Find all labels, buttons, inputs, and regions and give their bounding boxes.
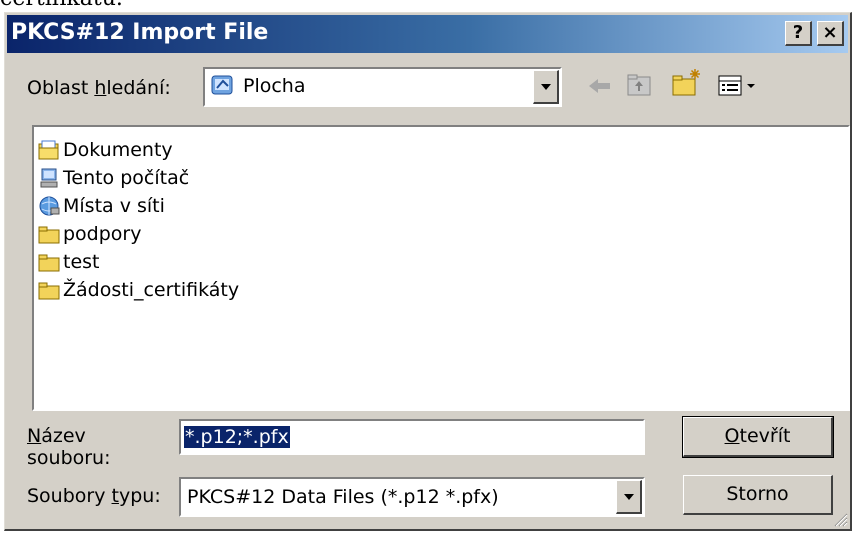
new-folder-icon[interactable]	[671, 67, 703, 99]
list-item-label: Dokumenty	[63, 139, 173, 161]
list-item-label: Žádosti_certifikáty	[63, 279, 240, 301]
pkcs12-import-dialog: PKCS#12 Import File ? × Oblast hledání: …	[4, 12, 852, 531]
list-item-label: Tento počítač	[63, 167, 190, 189]
look-in-label: Oblast hledání:	[27, 77, 171, 99]
desktop-icon	[211, 74, 235, 98]
cancel-button[interactable]: Storno	[683, 475, 833, 515]
list-item-podpory[interactable]: podpory	[38, 221, 142, 247]
dialog-title: PKCS#12 Import File	[11, 20, 269, 45]
file-type-combo[interactable]: PKCS#12 Data Files (*.p12 *.pfx)	[179, 477, 645, 517]
look-in-value: Plocha	[243, 75, 306, 97]
look-in-dropdown-button[interactable]	[533, 70, 559, 104]
list-item-label: Místa v síti	[63, 195, 165, 217]
help-button[interactable]: ?	[785, 21, 812, 46]
list-item-tento-pocitac[interactable]: Tento počítač	[38, 165, 189, 191]
list-item-dokumenty[interactable]: Dokumenty	[38, 137, 173, 163]
my-documents-icon	[38, 140, 59, 160]
title-bar[interactable]: PKCS#12 Import File ? ×	[7, 15, 848, 53]
list-item-test[interactable]: test	[38, 249, 100, 275]
file-type-value: PKCS#12 Data Files (*.p12 *.pfx)	[187, 486, 499, 508]
file-name-label: Název souboru:	[27, 425, 111, 469]
list-item-label: podpory	[63, 223, 142, 245]
folder-icon	[38, 226, 60, 244]
folder-icon	[38, 282, 60, 300]
open-button[interactable]: Otevřít	[682, 416, 834, 458]
chevron-down-icon	[623, 493, 634, 500]
network-places-icon	[39, 196, 60, 216]
list-item-zadosti-certifikaty[interactable]: Žádosti_certifikáty	[38, 277, 239, 303]
view-menu-icon[interactable]	[717, 73, 761, 99]
list-item-mista-v-siti[interactable]: Místa v síti	[38, 193, 165, 219]
file-type-label: Soubory typu:	[27, 485, 161, 507]
folder-icon	[38, 254, 60, 272]
look-in-combo[interactable]: Plocha	[203, 67, 562, 107]
file-name-value: *.p12;*.pfx	[184, 426, 290, 448]
up-folder-icon[interactable]	[625, 71, 653, 99]
close-button[interactable]: ×	[817, 21, 844, 46]
background-caption-text: certifikátu.	[0, 0, 123, 12]
file-name-input[interactable]: *.p12;*.pfx	[179, 419, 645, 455]
file-type-dropdown-button[interactable]	[616, 480, 642, 514]
resize-grip-icon[interactable]	[832, 511, 848, 527]
chevron-down-icon	[540, 83, 551, 90]
back-arrow-icon[interactable]	[587, 75, 613, 97]
my-computer-icon	[40, 168, 58, 188]
file-list[interactable]: Dokumenty Tento počítač Místa v síti pod…	[32, 125, 850, 411]
list-item-label: test	[63, 251, 100, 273]
